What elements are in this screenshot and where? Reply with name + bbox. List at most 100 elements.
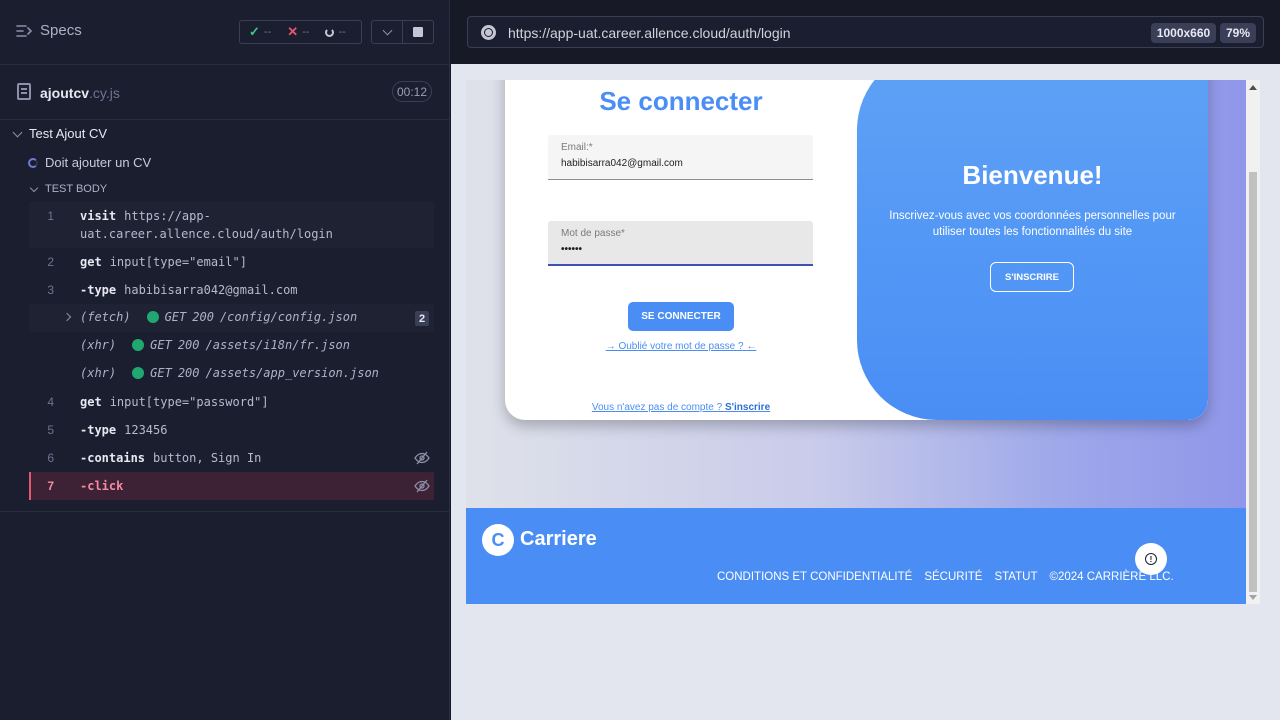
eye-slash-icon[interactable]	[414, 451, 430, 465]
app-viewport: Se connecter Email:* habibisarra042@gmai…	[466, 80, 1260, 604]
stop-button[interactable]	[402, 21, 433, 43]
request-status: 200	[177, 366, 200, 380]
command-message: input[type="password"]	[109, 395, 269, 409]
site-footer: C Carriere CONDITIONS ET CONFIDENTIALITÉ…	[466, 508, 1246, 604]
command-number: 6	[47, 451, 54, 465]
test-row[interactable]: Doit ajouter un CV	[28, 155, 151, 170]
signup-button[interactable]: S'INSCRIRE	[990, 262, 1074, 292]
command-message: https://app-	[124, 209, 211, 223]
globe-icon	[481, 25, 496, 40]
welcome-panel: Bienvenue! Inscrivez-vous avec vos coord…	[857, 80, 1208, 420]
reporter-panel: Specs ✓ -- ✕ -- -- ajoutcv.cy.js 00:12 T…	[0, 0, 450, 720]
login-button[interactable]: SE CONNECTER	[628, 302, 734, 331]
command-row[interactable]: 4 get input[type="password"]	[29, 388, 434, 416]
login-title: Se connecter	[599, 86, 763, 116]
url-bar[interactable]: https://app-uat.career.allence.cloud/aut…	[467, 16, 1264, 48]
stop-icon	[413, 27, 423, 37]
expand-button[interactable]	[372, 21, 402, 43]
brand-logo: C	[482, 524, 514, 556]
request-type: (xhr)	[80, 366, 117, 380]
x-icon: ✕	[287, 24, 299, 39]
info-icon: !	[1145, 553, 1157, 565]
welcome-title: Bienvenue!	[962, 160, 1103, 190]
request-url: /assets/app_version.json	[205, 366, 379, 380]
aut-panel: https://app-uat.career.allence.cloud/aut…	[451, 0, 1280, 720]
command-message: habibisarra042@gmail.com	[124, 283, 298, 297]
command-name: -click	[80, 479, 124, 493]
document-icon	[17, 83, 31, 100]
pending-count: --	[338, 26, 346, 38]
request-method: GET	[150, 338, 172, 352]
request-method: GET	[150, 366, 172, 380]
footer-links: CONDITIONS ET CONFIDENTIALITÉ SÉCURITÉ S…	[717, 571, 1174, 583]
spec-file-name[interactable]: ajoutcv.cy.js	[40, 85, 120, 101]
request-status: 200	[177, 338, 200, 352]
command-number: 5	[47, 423, 54, 437]
password-label: Mot de passe*	[561, 228, 625, 239]
status-success-icon	[132, 339, 145, 351]
login-card: Se connecter Email:* habibisarra042@gmai…	[505, 80, 1208, 420]
test-body-toggle[interactable]: TEST BODY	[29, 183, 107, 195]
command-message: input[type="email"]	[109, 255, 247, 269]
scroll-up-icon[interactable]	[1249, 85, 1257, 90]
password-field[interactable]: Mot de passe* ••••••	[548, 221, 813, 266]
command-number: 2	[47, 255, 54, 269]
command-row[interactable]: 2 get input[type="email"]	[29, 248, 434, 276]
chevron-down-icon	[29, 183, 39, 192]
scroll-thumb[interactable]	[1249, 172, 1257, 592]
command-row[interactable]: 6 -contains button, Sign In	[29, 444, 434, 472]
request-status: 200	[192, 310, 214, 324]
command-number: 3	[47, 283, 54, 297]
scroll-down-icon[interactable]	[1249, 595, 1257, 600]
command-name: -type	[80, 283, 117, 297]
request-method: GET	[164, 310, 187, 324]
no-account-text: Vous n'avez pas de compte ?	[591, 402, 725, 413]
status-link[interactable]: STATUT	[994, 571, 1037, 583]
command-number: 1	[47, 209, 54, 223]
security-link[interactable]: SÉCURITÉ	[924, 571, 982, 583]
request-url: /config/config.json	[219, 310, 358, 324]
email-value: habibisarra042@gmail.com	[561, 158, 683, 169]
command-number: 4	[47, 395, 54, 409]
chevron-down-icon	[12, 127, 23, 137]
status-success-icon	[146, 311, 159, 323]
email-field[interactable]: Email:* habibisarra042@gmail.com	[548, 135, 813, 180]
viewport-size-badge[interactable]: 1000x660	[1151, 23, 1216, 43]
test-title: Doit ajouter un CV	[45, 155, 152, 170]
aut-header: https://app-uat.career.allence.cloud/aut…	[451, 0, 1280, 64]
check-icon: ✓	[249, 24, 260, 39]
url-text: https://app-uat.career.allence.cloud/aut…	[508, 25, 791, 41]
xhr-request-row[interactable]: (xhr) GET 200 /assets/i18n/fr.json	[29, 332, 434, 360]
passed-count: --	[263, 26, 272, 38]
divider	[0, 511, 450, 512]
forgot-password-link[interactable]: → Oublié votre mot de passe ? ←	[505, 341, 857, 352]
failed-count: --	[302, 26, 310, 38]
command-row[interactable]: 5 -type 123456	[29, 416, 434, 444]
passed-stat: ✓ --	[249, 24, 271, 40]
help-button[interactable]: !	[1135, 543, 1167, 575]
page-scrollbar[interactable]	[1246, 80, 1260, 604]
command-name: get	[80, 255, 102, 269]
email-label: Email:*	[561, 142, 593, 153]
signup-link[interactable]: S'inscrire	[725, 402, 770, 413]
xhr-request-row[interactable]: (xhr) GET 200 /assets/app_version.json	[29, 360, 434, 388]
command-row[interactable]: 3 -type habibisarra042@gmail.com	[29, 276, 434, 304]
specs-label: Specs	[40, 22, 82, 39]
pending-icon	[325, 27, 335, 37]
status-success-icon	[132, 367, 145, 379]
command-name: -contains	[80, 451, 146, 465]
command-row[interactable]: 1 visit https://app- uat.career.allence.c…	[29, 202, 434, 248]
duration-badge: 00:12	[392, 81, 432, 102]
chevron-down-icon	[382, 25, 392, 36]
specs-list-icon	[16, 24, 32, 37]
terms-link[interactable]: CONDITIONS ET CONFIDENTIALITÉ	[717, 571, 912, 583]
request-type: (fetch)	[80, 310, 131, 324]
suite-title: Test Ajout CV	[29, 126, 108, 141]
eye-slash-icon[interactable]	[414, 479, 430, 493]
spec-file-ext: .cy.js	[89, 85, 120, 101]
specs-toggle-button[interactable]: Specs	[16, 22, 82, 39]
fetch-request-row[interactable]: (fetch) GET 200 /config/config.json 2	[29, 304, 434, 332]
request-count-badge: 2	[415, 311, 429, 326]
suite-row[interactable]: Test Ajout CV	[12, 126, 108, 141]
active-command-row[interactable]: 7 -click	[29, 472, 434, 500]
